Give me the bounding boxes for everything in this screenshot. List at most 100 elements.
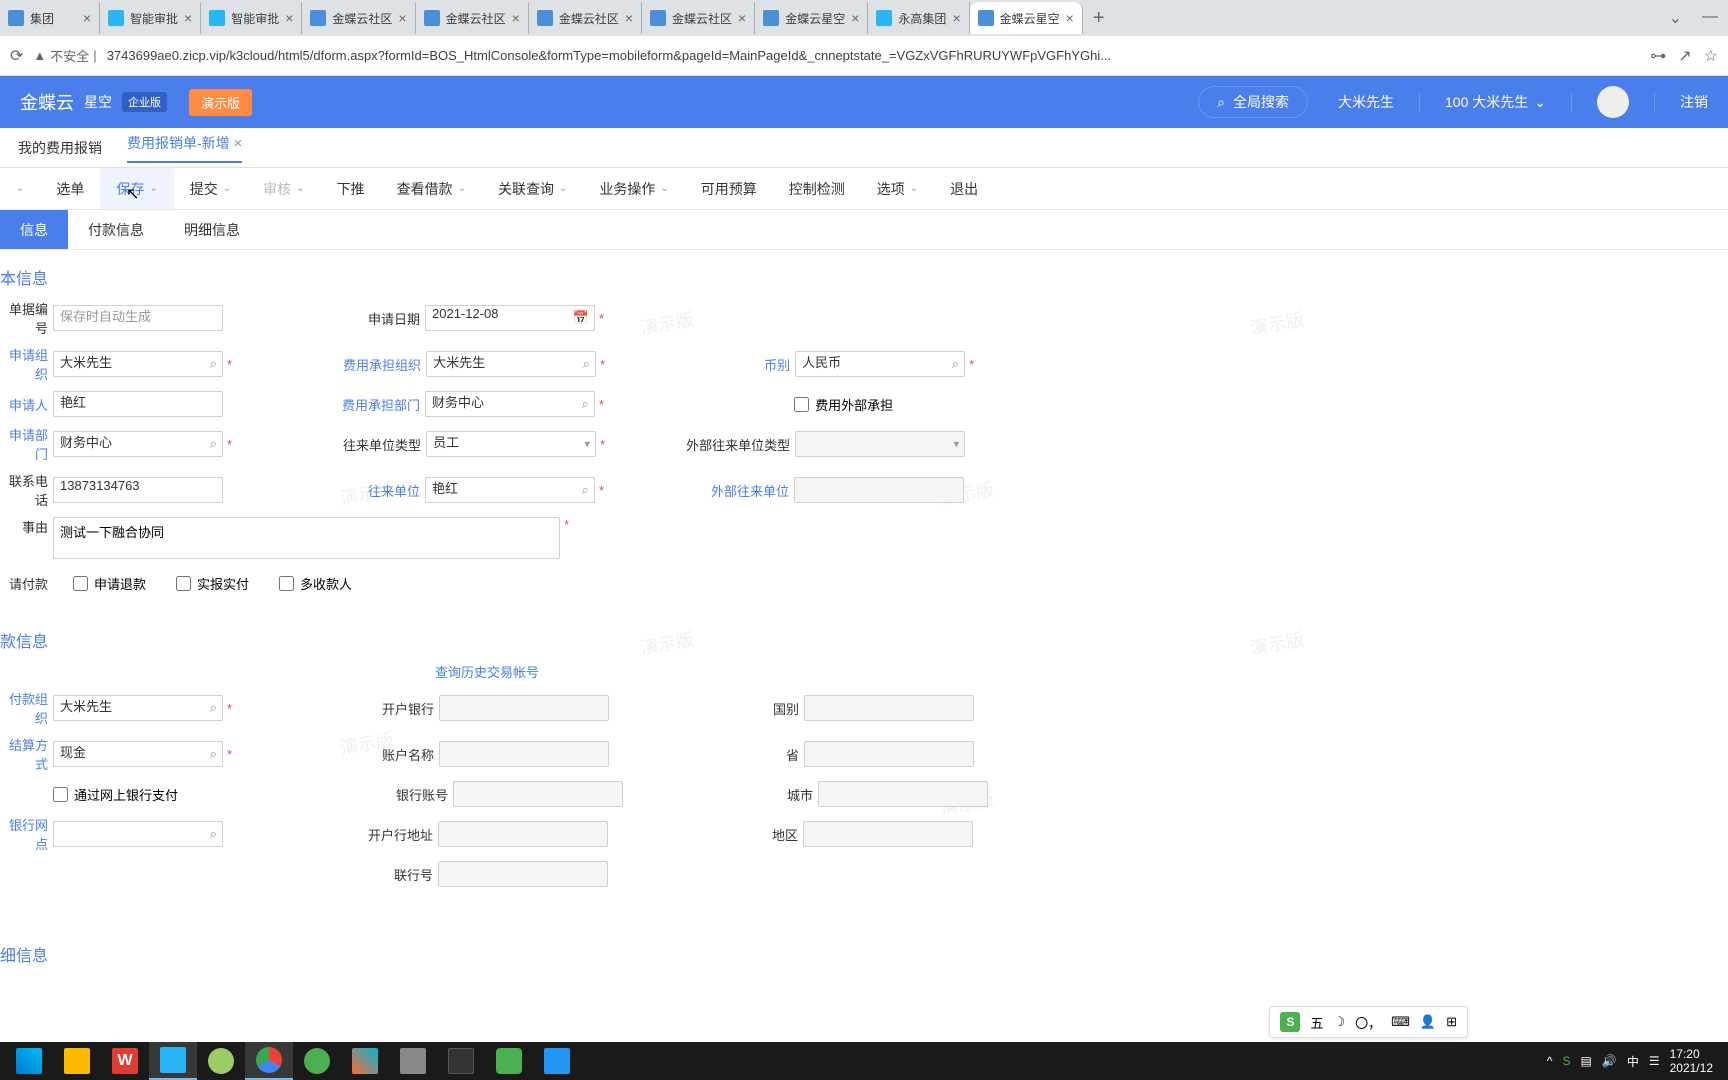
tray-clock[interactable]: 17:20 2021/12 (1670, 1047, 1713, 1075)
multi-payee-checkbox[interactable]: 多收款人 (279, 574, 352, 593)
org-field[interactable]: 大米先生⌕ (53, 351, 223, 377)
label-currency[interactable]: 币别 (680, 355, 790, 374)
pay-org-field[interactable]: 大米先生⌕ (53, 695, 223, 721)
biz-op-button[interactable]: 业务操作⌄ (583, 168, 684, 209)
related-query-button[interactable]: 关联查询⌄ (482, 168, 583, 209)
chevron-down-icon[interactable]: ▾ (585, 438, 591, 451)
cost-org-field[interactable]: 大米先生⌕ (426, 351, 596, 377)
search-icon[interactable]: ⌕ (582, 482, 589, 498)
label-cost-dept[interactable]: 费用承担部门 (330, 395, 420, 414)
chrome-app[interactable] (245, 1042, 293, 1080)
control-button[interactable]: 控制检测 (773, 168, 861, 209)
phone-field[interactable]: 13873134763 (53, 477, 223, 503)
url-text[interactable]: 3743699ae0.zicp.vip/k3cloud/html5/dform.… (107, 48, 1641, 63)
audit-button[interactable]: 审核⌄ (247, 168, 320, 209)
tray-action-icon[interactable]: ☰ (1649, 1054, 1660, 1068)
calendar-icon[interactable]: 📅 (573, 310, 589, 326)
sub-tab-info[interactable]: 信息 (0, 210, 68, 249)
browser-tab-1[interactable]: 智能审批× (100, 2, 201, 34)
push-button[interactable]: 下推 (321, 168, 381, 209)
user-name[interactable]: 大米先生 (1338, 92, 1394, 112)
keyboard-icon[interactable]: ⌨ (1391, 1014, 1410, 1030)
wps-app[interactable]: W (101, 1042, 149, 1080)
tray-sogou-icon[interactable]: S (1563, 1054, 1571, 1068)
person-icon[interactable]: 👤 (1420, 1014, 1436, 1030)
cost-dept-field[interactable]: 财务中心⌕ (425, 391, 595, 417)
label-cost-org[interactable]: 费用承担组织 (331, 355, 421, 374)
minimize-icon[interactable]: — (1702, 8, 1718, 28)
action-prev[interactable]: ⌄ (0, 168, 40, 209)
tray-lang-icon[interactable]: 中 (1627, 1053, 1639, 1070)
label-pay-org[interactable]: 付款组织 (0, 689, 48, 727)
real-pay-checkbox[interactable]: 实报实付 (176, 574, 249, 593)
user-dropdown[interactable]: 100 大米先生 ⌄ (1445, 92, 1546, 112)
applicant-field[interactable]: 艳红 (53, 391, 223, 417)
label-dept[interactable]: 申请部门 (0, 425, 48, 463)
logout-link[interactable]: 注销 (1680, 92, 1708, 112)
avatar[interactable] (1597, 86, 1629, 118)
browser-tab-9[interactable]: 金蝶云星空× (970, 2, 1083, 34)
close-icon[interactable]: × (512, 10, 520, 26)
tab-expense-new[interactable]: 费用报销单-新增× (127, 133, 242, 163)
terminal-app[interactable] (437, 1042, 485, 1080)
close-icon[interactable]: × (83, 10, 91, 26)
label-applicant[interactable]: 申请人 (0, 395, 48, 414)
browser-tab-2[interactable]: 智能审批× (201, 2, 302, 34)
search-icon[interactable]: ⌕ (583, 356, 590, 372)
refund-checkbox[interactable]: 申请退款 (73, 574, 146, 593)
star-icon[interactable]: ☆ (1704, 46, 1718, 66)
label-ext-unit[interactable]: 外部往来单位 (679, 481, 789, 500)
doc-no-field[interactable]: 保存时自动生成 (53, 305, 223, 331)
unit-field[interactable]: 艳红⌕ (425, 477, 595, 503)
close-icon[interactable]: × (234, 135, 243, 152)
close-icon[interactable]: × (1066, 10, 1074, 26)
branch-field[interactable]: ⌕ (53, 821, 223, 847)
search-icon[interactable]: ⌕ (210, 356, 217, 372)
history-link[interactable]: 查询历史交易帐号 (435, 662, 539, 681)
date-field[interactable]: 2021-12-08📅 (425, 305, 595, 331)
options-button[interactable]: 选项⌄ (861, 168, 934, 209)
settle-field[interactable]: 现金⌕ (53, 741, 223, 767)
close-icon[interactable]: × (398, 10, 406, 26)
file-explorer[interactable] (53, 1042, 101, 1080)
search-icon[interactable]: ⌕ (210, 436, 217, 452)
browser-tab-7[interactable]: 金蝶云星空× (755, 2, 868, 34)
view-loan-button[interactable]: 查看借款⌄ (381, 168, 482, 209)
checkbox[interactable] (176, 576, 191, 591)
label-branch[interactable]: 银行网点 (0, 815, 48, 853)
evernote-app[interactable] (293, 1042, 341, 1080)
tab-my-expense[interactable]: 我的费用报销 (18, 138, 102, 158)
type-field[interactable]: 员工▾ (426, 431, 596, 457)
online-pay-checkbox[interactable]: 通过网上银行支付 (53, 785, 178, 804)
browser-tab-5[interactable]: 金蝶云社区× (529, 2, 642, 34)
search-icon[interactable]: ⌕ (210, 700, 217, 716)
new-tab-button[interactable]: + (1083, 7, 1115, 30)
search-icon[interactable]: ⌕ (210, 746, 217, 762)
close-icon[interactable]: × (738, 10, 746, 26)
close-icon[interactable]: × (625, 10, 633, 26)
wechat-app[interactable] (485, 1042, 533, 1080)
dept-field[interactable]: 财务中心⌕ (53, 431, 223, 457)
label-org[interactable]: 申请组织 (0, 345, 48, 383)
close-icon[interactable]: × (952, 10, 960, 26)
search-icon[interactable]: ⌕ (952, 356, 959, 372)
budget-button[interactable]: 可用预算 (685, 168, 773, 209)
label-settle[interactable]: 结算方式 (0, 735, 48, 773)
global-search[interactable]: ⌕ 全局搜索 (1198, 86, 1308, 118)
key-icon[interactable]: ⊶ (1650, 46, 1666, 66)
submit-button[interactable]: 提交⌄ (174, 168, 247, 209)
cloud-app[interactable] (149, 1042, 197, 1080)
close-icon[interactable]: × (184, 10, 192, 26)
checkbox[interactable] (794, 397, 809, 412)
browser-360[interactable] (197, 1042, 245, 1080)
close-icon[interactable]: × (285, 10, 293, 26)
tray-expand-icon[interactable]: ^ (1547, 1054, 1553, 1068)
browser-tab-8[interactable]: 永高集团× (868, 2, 969, 34)
browser-tab-0[interactable]: 集团× (0, 2, 100, 34)
browser-tab-3[interactable]: 金蝶云社区× (302, 2, 415, 34)
ime-bar[interactable]: S 五 ☽ 〇， ⌨ 👤 ⊞ (1269, 1006, 1468, 1038)
external-checkbox[interactable]: 费用外部承担 (794, 395, 893, 414)
sq-app[interactable] (533, 1042, 581, 1080)
search-icon[interactable]: ⌕ (582, 396, 589, 412)
browser-tab-6[interactable]: 金蝶云社区× (642, 2, 755, 34)
